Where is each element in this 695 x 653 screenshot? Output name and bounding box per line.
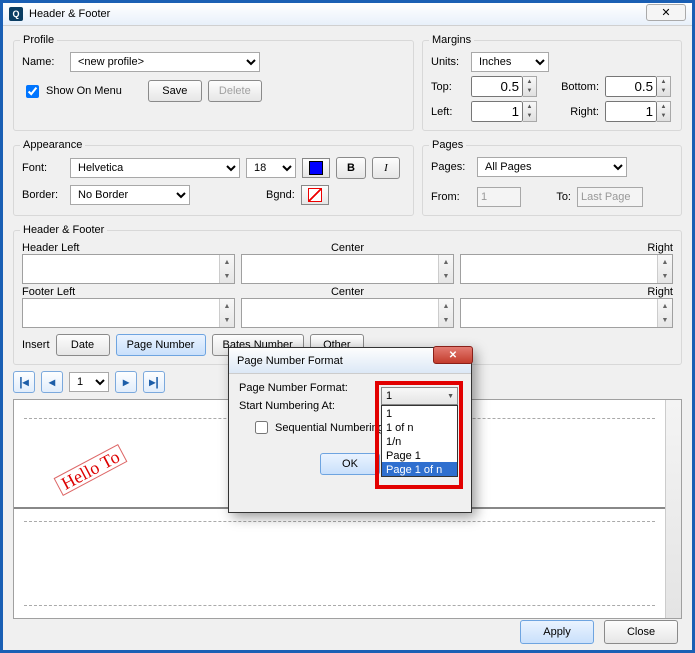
- insert-label: Insert: [22, 339, 50, 351]
- footer-right-label: Right: [460, 286, 673, 298]
- bold-button[interactable]: B: [336, 157, 366, 179]
- pages-group: Pages Pages: All Pages From: To:: [422, 139, 682, 216]
- nav-last-button[interactable]: ▸|: [143, 371, 165, 393]
- to-input: [577, 187, 643, 207]
- bgnd-label: Bgnd:: [266, 189, 295, 201]
- dialog-close-button[interactable]: ✕: [433, 346, 473, 364]
- margin-right-input[interactable]: ▲▼: [605, 101, 671, 122]
- header-footer-window: Q Header & Footer ✕ Profile Name: <new p…: [0, 0, 695, 653]
- margin-left-label: Left:: [431, 106, 465, 118]
- header-right-label: Right: [460, 242, 673, 254]
- font-size-select[interactable]: 18: [246, 158, 296, 178]
- header-left-input[interactable]: ▲▼: [22, 254, 235, 284]
- appearance-legend: Appearance: [20, 139, 85, 151]
- border-select[interactable]: No Border: [70, 185, 190, 205]
- format-label: Page Number Format:: [239, 382, 367, 394]
- font-color-swatch[interactable]: [302, 158, 330, 178]
- app-icon: Q: [9, 7, 23, 21]
- nav-next-button[interactable]: ▸: [115, 371, 137, 393]
- titlebar: Q Header & Footer ✕: [3, 3, 692, 26]
- preview-watermark: Hello To: [54, 444, 128, 496]
- footer-right-input[interactable]: ▲▼: [460, 298, 673, 328]
- format-selected[interactable]: 1: [381, 387, 458, 405]
- profile-group: Profile Name: <new profile> Show On Menu…: [13, 34, 414, 131]
- show-on-menu-checkbox[interactable]: Show On Menu: [22, 82, 122, 101]
- format-option[interactable]: 1: [382, 406, 457, 420]
- pages-legend: Pages: [429, 139, 466, 151]
- format-option[interactable]: Page 1 of n: [382, 462, 457, 476]
- footer-left-label: Footer Left: [22, 286, 235, 298]
- margin-right-label: Right:: [555, 106, 599, 118]
- footer-center-input[interactable]: ▲▼: [241, 298, 454, 328]
- margin-bottom-label: Bottom:: [555, 81, 599, 93]
- header-center-input[interactable]: ▲▼: [241, 254, 454, 284]
- window-close-button[interactable]: ✕: [646, 4, 686, 21]
- to-label: To:: [547, 191, 571, 203]
- from-input: [477, 187, 521, 207]
- border-label: Border:: [22, 189, 64, 201]
- units-label: Units:: [431, 56, 465, 68]
- margin-top-input[interactable]: ▲▼: [471, 76, 537, 97]
- close-button[interactable]: Close: [604, 620, 678, 644]
- margins-group: Margins Units: Inches Top: ▲▼ Bottom: ▲▼…: [422, 34, 682, 131]
- header-footer-group: Header & Footer Header Left Center Right ▲…: [13, 224, 682, 365]
- delete-button: Delete: [208, 80, 262, 102]
- save-button[interactable]: Save: [148, 80, 202, 102]
- pages-label: Pages:: [431, 161, 471, 173]
- footer-center-label: Center: [241, 286, 454, 298]
- header-right-input[interactable]: ▲▼: [460, 254, 673, 284]
- window-title: Header & Footer: [29, 8, 110, 20]
- margin-top-label: Top:: [431, 81, 465, 93]
- font-select[interactable]: Helvetica: [70, 158, 240, 178]
- dialog-title: Page Number Format: [237, 355, 343, 367]
- profile-name-select[interactable]: <new profile>: [70, 52, 260, 72]
- profile-legend: Profile: [20, 34, 57, 46]
- name-label: Name:: [22, 56, 64, 68]
- hf-legend: Header & Footer: [20, 224, 107, 236]
- margin-left-input[interactable]: ▲▼: [471, 101, 537, 122]
- from-label: From:: [431, 191, 471, 203]
- footer-left-input[interactable]: ▲▼: [22, 298, 235, 328]
- margin-bottom-input[interactable]: ▲▼: [605, 76, 671, 97]
- margins-legend: Margins: [429, 34, 474, 46]
- sequential-numbering-checkbox[interactable]: Sequential Numbering: [251, 418, 384, 437]
- appearance-group: Appearance Font: Helvetica 18 B I Border…: [13, 139, 414, 216]
- format-option[interactable]: 1/n: [382, 434, 457, 448]
- insert-page-number-button[interactable]: Page Number: [116, 334, 206, 356]
- start-numbering-label: Start Numbering At:: [239, 400, 367, 412]
- preview-scrollbar[interactable]: [665, 400, 681, 618]
- format-option[interactable]: 1 of n: [382, 420, 457, 434]
- header-left-label: Header Left: [22, 242, 235, 254]
- page-number-format-dropdown[interactable]: 1 11 of n1/nPage 1Page 1 of n: [381, 387, 458, 477]
- font-label: Font:: [22, 162, 64, 174]
- dialog-ok-button[interactable]: OK: [320, 453, 380, 475]
- insert-date-button[interactable]: Date: [56, 334, 110, 356]
- bgnd-swatch[interactable]: [301, 185, 329, 205]
- pages-range-select[interactable]: All Pages: [477, 157, 627, 177]
- nav-prev-button[interactable]: ◂: [41, 371, 63, 393]
- italic-button[interactable]: I: [372, 157, 400, 179]
- nav-first-button[interactable]: |◂: [13, 371, 35, 393]
- nav-page-select[interactable]: 1: [69, 372, 109, 392]
- format-option[interactable]: Page 1: [382, 448, 457, 462]
- header-center-label: Center: [241, 242, 454, 254]
- units-select[interactable]: Inches: [471, 52, 549, 72]
- show-on-menu-input[interactable]: [26, 85, 39, 98]
- apply-button[interactable]: Apply: [520, 620, 594, 644]
